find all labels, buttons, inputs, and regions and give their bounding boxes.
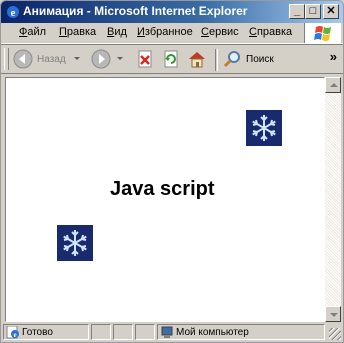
svg-text:e: e xyxy=(13,331,16,339)
snowflake-image-bottom xyxy=(57,225,93,261)
snowflake-icon xyxy=(252,115,276,141)
status-text: Готово xyxy=(22,327,53,338)
status-main-cell: e Готово xyxy=(3,324,89,340)
status-bar: e Готово Мой компьютер xyxy=(1,322,343,342)
scroll-up-button[interactable] xyxy=(325,77,341,93)
title-bar[interactable]: e Анимация - Microsoft Internet Explorer… xyxy=(1,1,343,23)
menu-favorites[interactable]: Избранное xyxy=(137,26,193,38)
forward-arrow-icon[interactable] xyxy=(91,49,111,69)
toolbar-grip[interactable] xyxy=(4,48,9,70)
status-zone-cell: Мой компьютер xyxy=(157,324,325,340)
close-button[interactable]: ✕ xyxy=(323,4,339,19)
menu-tools[interactable]: Сервис xyxy=(201,26,239,38)
java-script-heading: Java script xyxy=(110,178,215,200)
snowflake-image-top xyxy=(246,110,282,146)
ie-icon: e xyxy=(7,6,19,19)
windows-flag-icon xyxy=(314,26,331,41)
menu-edit[interactable]: Правка xyxy=(59,26,96,38)
menu-file[interactable]: Файл xyxy=(19,26,46,38)
status-cell-1 xyxy=(91,324,111,340)
security-zone-text: Мой компьютер xyxy=(176,327,249,338)
page-viewport: Java script xyxy=(5,77,325,322)
window-title: Анимация - Microsoft Internet Explorer xyxy=(23,4,248,18)
windows-logo xyxy=(304,23,341,43)
arrow-down-icon xyxy=(330,313,338,317)
toolbar-separator xyxy=(215,49,218,71)
standard-toolbar: Назад Поиск » xyxy=(1,44,343,74)
refresh-icon[interactable] xyxy=(161,49,181,69)
scroll-down-button[interactable] xyxy=(325,306,341,322)
menu-bar: Файл Правка Вид Избранное Сервис Справка xyxy=(1,23,343,44)
minimize-button[interactable]: _ xyxy=(289,4,305,19)
svg-text:e: e xyxy=(11,7,16,19)
home-icon[interactable] xyxy=(187,49,207,69)
forward-dropdown-icon[interactable] xyxy=(117,57,123,60)
maximize-button[interactable]: □ xyxy=(305,4,321,19)
menu-view[interactable]: Вид xyxy=(107,26,127,38)
my-computer-icon xyxy=(161,326,173,338)
browser-window: e Анимация - Microsoft Internet Explorer… xyxy=(0,0,344,343)
page-done-icon: e xyxy=(6,326,19,339)
search-icon[interactable] xyxy=(222,49,242,69)
back-arrow-icon[interactable] xyxy=(13,49,33,69)
resize-grip[interactable] xyxy=(329,328,341,340)
stop-icon[interactable] xyxy=(135,49,155,69)
back-button-label[interactable]: Назад xyxy=(37,54,66,65)
status-cell-2 xyxy=(113,324,133,340)
arrow-up-icon xyxy=(330,83,338,87)
snowflake-icon xyxy=(63,230,87,256)
menu-help[interactable]: Справка xyxy=(249,26,292,38)
search-button-label[interactable]: Поиск xyxy=(246,54,274,65)
toolbar-more-chevron[interactable]: » xyxy=(330,49,337,64)
back-dropdown-icon[interactable] xyxy=(74,57,80,60)
vertical-scrollbar[interactable] xyxy=(325,77,341,322)
status-cell-3 xyxy=(135,324,155,340)
